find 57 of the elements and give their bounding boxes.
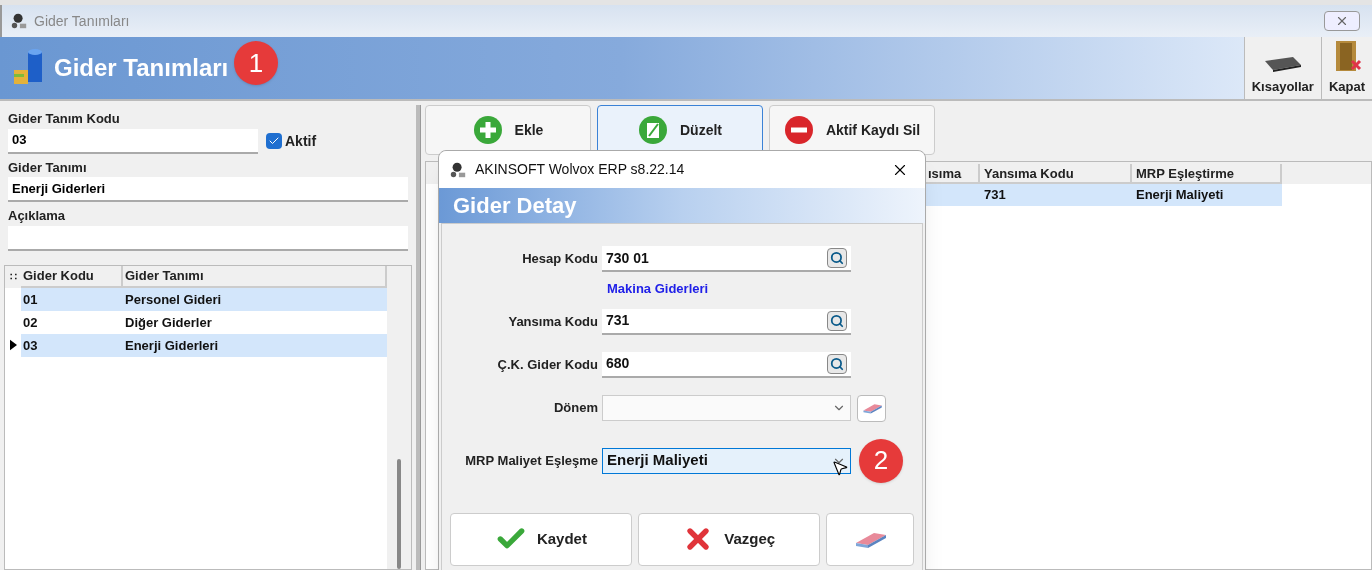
description-field[interactable] [8, 225, 408, 251]
checkbox[interactable] [266, 133, 282, 149]
dropdown-field[interactable] [602, 395, 851, 421]
gears-icon [10, 12, 28, 30]
number-badge: 2 [859, 438, 903, 483]
search-icon[interactable] [827, 310, 847, 331]
table-cell-text: 731 [983, 186, 1007, 204]
dialog-heading: Gider Detay [453, 192, 577, 220]
check-icon [268, 135, 280, 147]
action-button[interactable]: Ekle [425, 105, 591, 155]
minus-circle-icon [783, 115, 814, 145]
field-label: Açıklama [8, 207, 67, 225]
search-icon[interactable] [827, 248, 847, 268]
field-label: Gider Tanımı [8, 158, 88, 177]
code-field[interactable]: 03 [8, 128, 258, 154]
account-name-link[interactable]: Makina Giderleri [607, 279, 922, 299]
clear-button[interactable] [825, 512, 914, 566]
cancel-button[interactable]: Vazgeç [637, 512, 820, 566]
lookup-field[interactable]: 731 [602, 308, 851, 335]
grid-row[interactable]: 01 Personel Gideri [5, 287, 387, 311]
field-label: Ç.K. Gider Kodu [496, 355, 599, 374]
window-title: Gider Tanımları [34, 11, 130, 31]
table-cell-text: Enerji Maliyeti [1135, 186, 1225, 204]
table-cell: Enerji Giderleri [123, 333, 387, 357]
grid-row[interactable]: 03 Enerji Giderleri [5, 333, 387, 357]
field-label: MRP Maliyet Eşleşme [464, 451, 599, 470]
table-cell: Personel Gideri [123, 287, 387, 311]
grid-row[interactable]: 731 Enerji Maliyeti [926, 184, 1282, 206]
pencil-circle-icon [638, 115, 668, 145]
field-label: Gider Tanım Kodu [8, 110, 121, 128]
row-pointer-icon [9, 339, 17, 351]
clear-button[interactable] [857, 394, 886, 422]
table-cell: 03 [21, 333, 123, 357]
checkbox-label: Aktif [285, 131, 317, 151]
gears-icon [449, 160, 467, 179]
mouse-cursor-icon [831, 458, 849, 477]
number-badge: 1 [234, 41, 278, 85]
search-icon[interactable] [827, 353, 847, 374]
table-cell: 01 [21, 287, 123, 311]
plus-circle-icon [472, 115, 503, 145]
grid-row[interactable]: 02 Diğer Giderler [5, 310, 387, 334]
scrollbar-thumb[interactable] [397, 459, 401, 569]
name-field[interactable]: Enerji Giderleri [8, 177, 408, 202]
page-title: Gider Tanımları [54, 53, 229, 83]
action-button[interactable]: Aktif Kaydı Sil [769, 105, 935, 155]
close-icon [1335, 14, 1349, 28]
save-button[interactable]: Kaydet [450, 512, 632, 566]
field-label: Dönem [552, 399, 599, 418]
grid-corner-icon: ∷ [5, 265, 21, 288]
toolbar-button[interactable]: Kapat [1320, 37, 1372, 99]
dialog-title: AKINSOFT Wolvox ERP s8.22.14 [475, 160, 685, 179]
field-label: Yansıma Kodu [507, 312, 599, 331]
lookup-field[interactable]: 680 [602, 351, 851, 378]
lookup-field[interactable]: 730 01 [602, 246, 851, 272]
dropdown-field[interactable]: Enerji Maliyeti [602, 447, 851, 474]
field-label: Hesap Kodu [521, 250, 599, 269]
toolbar-button[interactable]: Kısayollar [1243, 37, 1321, 99]
